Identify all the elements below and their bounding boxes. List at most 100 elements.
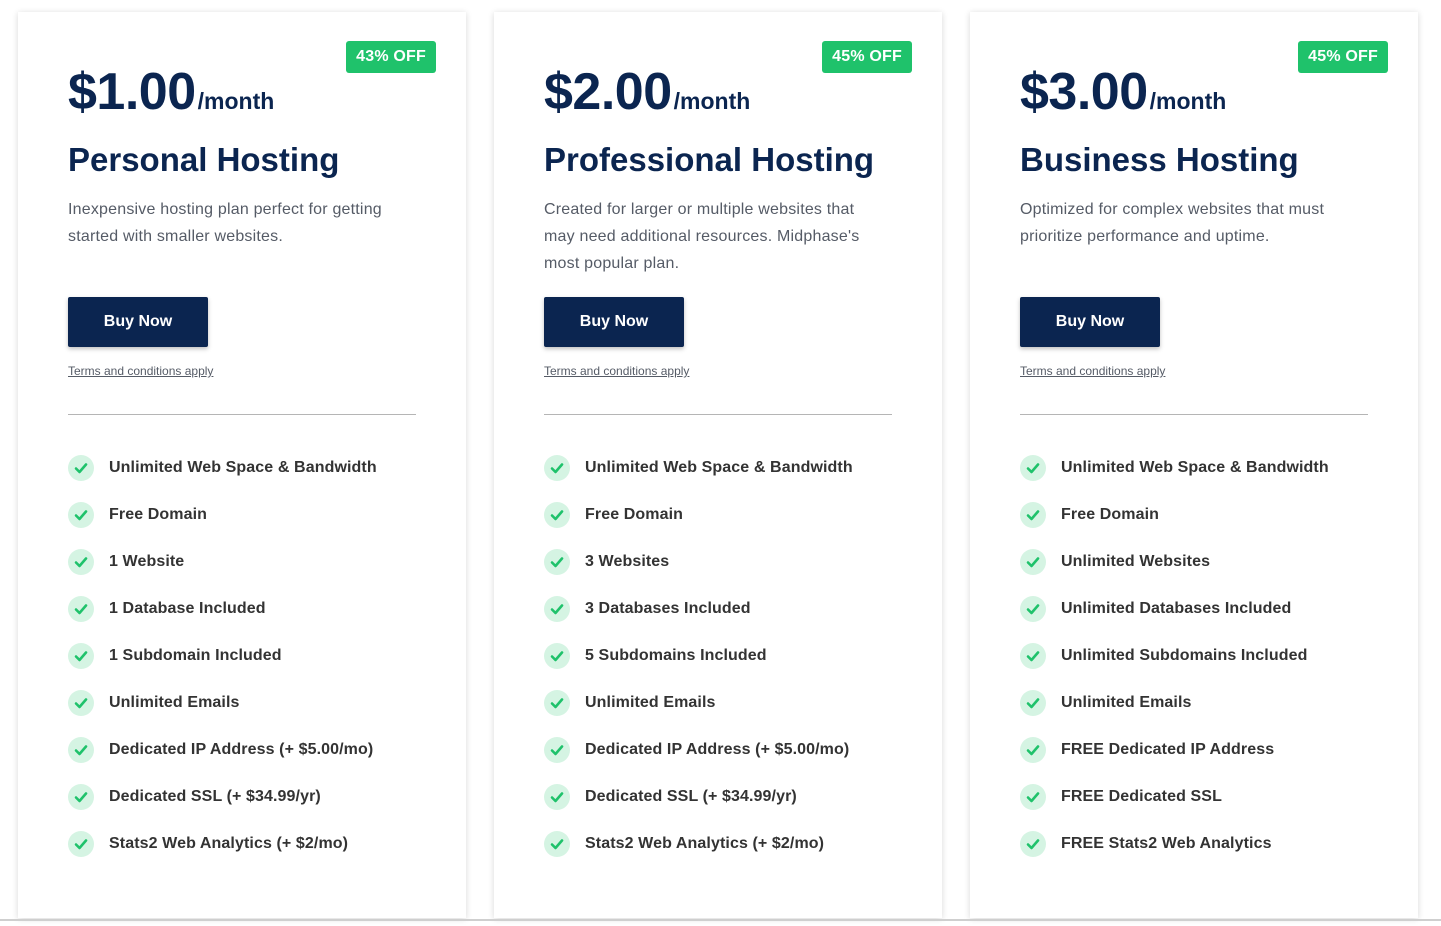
feature-text: Dedicated SSL (+ $34.99/yr) <box>109 787 321 805</box>
plan-card-professional: 45% OFF $2.00/month Professional Hosting… <box>494 12 942 918</box>
plan-price: $1.00/month <box>68 62 274 122</box>
feature-item: Unlimited Web Space & Bandwidth <box>544 444 853 491</box>
page-bottom-border <box>0 919 1441 921</box>
price-amount: $1.00 <box>68 63 196 121</box>
feature-text: Unlimited Web Space & Bandwidth <box>109 458 377 476</box>
check-icon <box>1020 501 1046 528</box>
feature-item: Free Domain <box>1020 491 1329 538</box>
check-icon <box>68 548 94 575</box>
feature-item: 1 Database Included <box>68 585 377 632</box>
feature-item: Unlimited Websites <box>1020 538 1329 585</box>
discount-badge: 45% OFF <box>1298 41 1388 73</box>
divider <box>1020 414 1368 415</box>
feature-item: Stats2 Web Analytics (+ $2/mo) <box>544 820 853 867</box>
price-amount: $3.00 <box>1020 63 1148 121</box>
check-icon <box>1020 642 1046 669</box>
check-icon <box>544 595 570 622</box>
check-icon <box>544 830 570 857</box>
check-icon <box>1020 548 1046 575</box>
check-icon <box>1020 689 1046 716</box>
plan-price: $2.00/month <box>544 62 750 122</box>
check-icon <box>544 454 570 481</box>
feature-text: FREE Dedicated IP Address <box>1061 740 1275 758</box>
check-icon <box>68 689 94 716</box>
price-amount: $2.00 <box>544 63 672 121</box>
feature-text: Unlimited Emails <box>109 693 240 711</box>
feature-item: Dedicated SSL (+ $34.99/yr) <box>544 773 853 820</box>
feature-item: Dedicated IP Address (+ $5.00/mo) <box>68 726 377 773</box>
feature-text: 3 Databases Included <box>585 599 751 617</box>
price-period: /month <box>197 88 275 114</box>
buy-now-button[interactable]: Buy Now <box>1020 297 1160 347</box>
plan-price: $3.00/month <box>1020 62 1226 122</box>
feature-list: Unlimited Web Space & Bandwidth Free Dom… <box>1020 444 1329 867</box>
plan-description: Created for larger or multiple websites … <box>544 201 860 272</box>
feature-text: Unlimited Websites <box>1061 552 1211 570</box>
feature-item: 1 Subdomain Included <box>68 632 377 679</box>
feature-item: Unlimited Emails <box>1020 679 1329 726</box>
terms-link[interactable]: Terms and conditions apply <box>68 364 213 378</box>
feature-text: Dedicated IP Address (+ $5.00/mo) <box>585 740 850 758</box>
feature-text: Unlimited Databases Included <box>1061 599 1292 617</box>
plan-card-personal: 43% OFF $1.00/month Personal Hosting Ine… <box>18 12 466 918</box>
check-icon <box>544 689 570 716</box>
feature-item: Unlimited Subdomains Included <box>1020 632 1329 679</box>
check-icon <box>68 454 94 481</box>
discount-badge: 43% OFF <box>346 41 436 73</box>
feature-text: Stats2 Web Analytics (+ $2/mo) <box>585 834 825 852</box>
feature-item: Unlimited Web Space & Bandwidth <box>68 444 377 491</box>
feature-text: Unlimited Web Space & Bandwidth <box>1061 458 1329 476</box>
feature-item: Free Domain <box>68 491 377 538</box>
pricing-page: 43% OFF $1.00/month Personal Hosting Ine… <box>0 0 1441 926</box>
feature-item: Free Domain <box>544 491 853 538</box>
feature-item: Dedicated SSL (+ $34.99/yr) <box>68 773 377 820</box>
feature-text: 1 Website <box>109 552 185 570</box>
price-period: /month <box>673 88 751 114</box>
feature-text: 1 Database Included <box>109 599 266 617</box>
check-icon <box>1020 595 1046 622</box>
plan-name: Business Hosting <box>1020 141 1299 178</box>
check-icon <box>1020 783 1046 810</box>
feature-item: 5 Subdomains Included <box>544 632 853 679</box>
feature-item: Unlimited Emails <box>68 679 377 726</box>
feature-item: 1 Website <box>68 538 377 585</box>
check-icon <box>544 736 570 763</box>
terms-link[interactable]: Terms and conditions apply <box>1020 364 1165 378</box>
buy-now-button[interactable]: Buy Now <box>544 297 684 347</box>
discount-badge: 45% OFF <box>822 41 912 73</box>
feature-item: 3 Websites <box>544 538 853 585</box>
feature-text: Stats2 Web Analytics (+ $2/mo) <box>109 834 349 852</box>
price-period: /month <box>1149 88 1227 114</box>
feature-text: Free Domain <box>1061 505 1160 523</box>
feature-text: Dedicated SSL (+ $34.99/yr) <box>585 787 797 805</box>
plan-description: Optimized for complex websites that must… <box>1020 201 1325 245</box>
feature-item: Unlimited Web Space & Bandwidth <box>1020 444 1329 491</box>
feature-list: Unlimited Web Space & Bandwidth Free Dom… <box>544 444 853 867</box>
check-icon <box>544 501 570 528</box>
feature-text: Unlimited Subdomains Included <box>1061 646 1308 664</box>
plan-card-business: 45% OFF $3.00/month Business Hosting Opt… <box>970 12 1418 918</box>
feature-text: FREE Dedicated SSL <box>1061 787 1222 805</box>
check-icon <box>68 783 94 810</box>
feature-item: Unlimited Databases Included <box>1020 585 1329 632</box>
buy-now-button[interactable]: Buy Now <box>68 297 208 347</box>
check-icon <box>1020 830 1046 857</box>
feature-text: Dedicated IP Address (+ $5.00/mo) <box>109 740 374 758</box>
feature-text: 1 Subdomain Included <box>109 646 282 664</box>
feature-item: FREE Stats2 Web Analytics <box>1020 820 1329 867</box>
check-icon <box>544 783 570 810</box>
check-icon <box>1020 454 1046 481</box>
divider <box>544 414 892 415</box>
feature-list: Unlimited Web Space & Bandwidth Free Dom… <box>68 444 377 867</box>
feature-text: 3 Websites <box>585 552 670 570</box>
check-icon <box>68 501 94 528</box>
feature-text: Unlimited Emails <box>1061 693 1192 711</box>
feature-item: Dedicated IP Address (+ $5.00/mo) <box>544 726 853 773</box>
check-icon <box>68 595 94 622</box>
plan-name: Professional Hosting <box>544 141 875 178</box>
feature-text: Free Domain <box>109 505 208 523</box>
feature-text: Unlimited Emails <box>585 693 716 711</box>
check-icon <box>1020 736 1046 763</box>
feature-item: Unlimited Emails <box>544 679 853 726</box>
terms-link[interactable]: Terms and conditions apply <box>544 364 689 378</box>
